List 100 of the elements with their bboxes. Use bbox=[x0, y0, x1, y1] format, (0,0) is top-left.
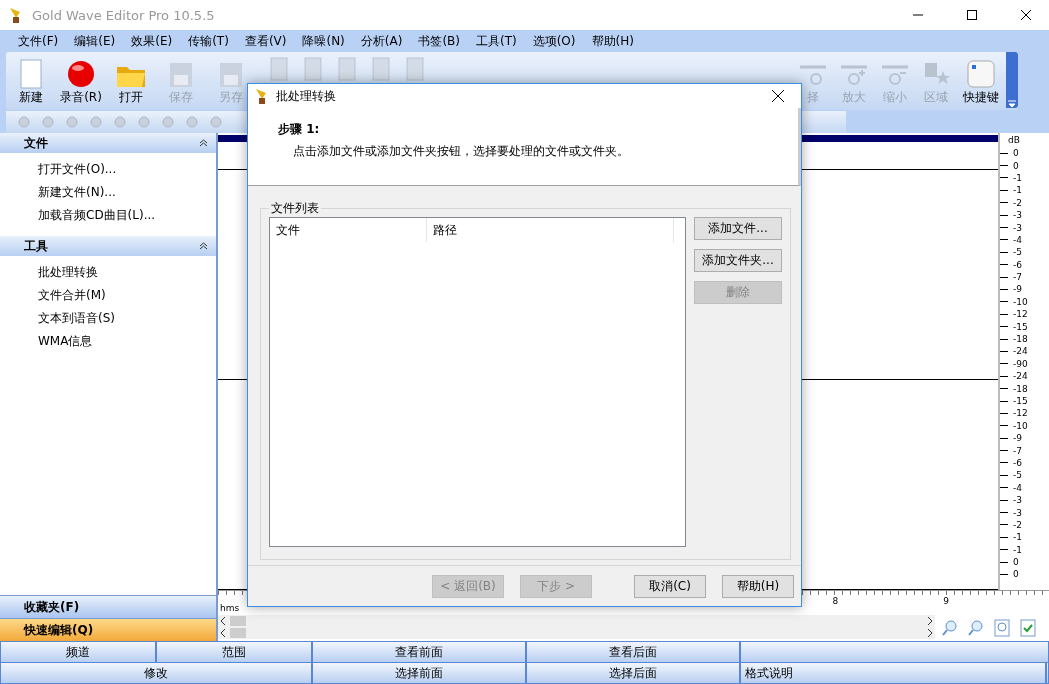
db-label: -18 bbox=[1013, 383, 1028, 394]
sidebar-item[interactable]: 批处理转换 bbox=[38, 264, 216, 281]
db-label: -15 bbox=[1013, 396, 1028, 406]
scroll-thumb[interactable] bbox=[230, 628, 246, 638]
toolbar-overflow-button[interactable] bbox=[1006, 52, 1018, 108]
db-label: -7 bbox=[1013, 445, 1022, 456]
time-tick: 8 bbox=[832, 596, 839, 606]
db-label: 0 bbox=[1013, 160, 1019, 171]
status-button[interactable]: 查看后面 bbox=[527, 642, 739, 662]
status-button[interactable]: 范围 bbox=[157, 642, 311, 662]
document-icon bbox=[370, 56, 392, 82]
document-icon bbox=[302, 56, 324, 82]
dialog-button[interactable]: 添加文件... bbox=[694, 217, 782, 240]
menu-item[interactable]: 帮助(H) bbox=[583, 32, 642, 50]
db-label: -4 bbox=[1013, 234, 1022, 245]
db-label: -6 bbox=[1013, 259, 1022, 270]
time-unit: hms bbox=[220, 603, 240, 613]
document-icon bbox=[268, 56, 290, 82]
menu-item[interactable]: 选项(O) bbox=[524, 32, 584, 50]
dialog-title: 批处理转换 bbox=[276, 87, 337, 105]
effect-icon bbox=[64, 114, 80, 130]
zoom-out-icon[interactable] bbox=[967, 619, 985, 637]
menu-item[interactable]: 降噪(N) bbox=[294, 32, 353, 50]
dialog-button[interactable]: 取消(C) bbox=[634, 574, 706, 598]
status-button[interactable]: 选择后面 bbox=[527, 663, 739, 683]
sidebar-item[interactable]: 新建文件(N)... bbox=[38, 184, 216, 201]
db-label: -1 bbox=[1013, 532, 1022, 543]
zoom-in-icon[interactable] bbox=[941, 619, 959, 637]
status-button[interactable]: 格式说明 bbox=[741, 663, 1045, 683]
step-heading: 步骤 1: bbox=[278, 121, 321, 138]
toolbar-button[interactable]: 录音(R) bbox=[56, 54, 106, 110]
sidebar-item[interactable]: WMA信息 bbox=[38, 333, 216, 350]
scroll-thumb[interactable] bbox=[230, 616, 246, 626]
status-button[interactable]: 频道 bbox=[1, 642, 155, 662]
db-label: -18 bbox=[1013, 334, 1028, 345]
blank-page-icon bbox=[19, 59, 43, 89]
toolbar-button[interactable]: 新建 bbox=[6, 54, 56, 110]
db-label: -10 bbox=[1013, 296, 1028, 307]
toolbar-button[interactable]: 打开 bbox=[106, 54, 156, 110]
effect-icon bbox=[136, 114, 152, 130]
sidebar-item[interactable]: 文件合并(M) bbox=[38, 287, 216, 304]
collapse-icon bbox=[199, 139, 208, 147]
status-button[interactable]: 修改 bbox=[1, 663, 311, 683]
db-unit: dB bbox=[1007, 135, 1021, 147]
db-label: -24 bbox=[1013, 346, 1028, 357]
menu-item[interactable]: 查看(V) bbox=[236, 32, 295, 50]
panel-tab[interactable]: 快速编辑(Q) bbox=[0, 618, 216, 641]
menu-item[interactable]: 工具(T) bbox=[468, 32, 525, 50]
db-label: -5 bbox=[1013, 247, 1022, 258]
document-icon bbox=[404, 56, 426, 82]
effect-icon bbox=[88, 114, 104, 130]
document-icon bbox=[336, 56, 358, 82]
sidebar-item[interactable]: 打开文件(O)... bbox=[38, 161, 216, 178]
column-header[interactable]: 路径 bbox=[427, 218, 674, 242]
scrollbar[interactable] bbox=[218, 615, 935, 627]
effect-icon bbox=[160, 114, 176, 130]
dialog-button[interactable]: 帮助(H) bbox=[722, 574, 794, 598]
effect-icon bbox=[16, 114, 32, 130]
menu-item[interactable]: 编辑(E) bbox=[66, 32, 124, 50]
section-header[interactable]: 文件 bbox=[0, 133, 216, 153]
toolbar-button[interactable]: 快捷键 bbox=[956, 54, 1006, 110]
menu-item[interactable]: 书签(B) bbox=[410, 32, 468, 50]
db-label: -2 bbox=[1013, 519, 1022, 530]
scrollbar[interactable] bbox=[218, 627, 935, 639]
collapse-icon bbox=[199, 242, 208, 250]
db-label: -12 bbox=[1013, 408, 1028, 419]
menu-item[interactable]: 传输(T) bbox=[180, 32, 237, 50]
zoom-fit-icon[interactable] bbox=[993, 619, 1011, 637]
sidebar-item[interactable]: 加载音频CD曲目(L)... bbox=[38, 207, 216, 224]
status-button[interactable]: 选择前面 bbox=[313, 663, 525, 683]
window-title: Gold Wave Editor Pro 10.5.5 bbox=[32, 7, 216, 23]
db-label: -90 bbox=[1013, 358, 1028, 369]
panel-tab[interactable]: 收藏夹(F) bbox=[0, 595, 216, 618]
sidebar-item[interactable]: 文本到语音(S) bbox=[38, 310, 216, 327]
section-header[interactable]: 工具 bbox=[0, 236, 216, 256]
effect-icon bbox=[184, 114, 200, 130]
db-label: -10 bbox=[1013, 420, 1028, 431]
db-label: -3 bbox=[1013, 210, 1022, 221]
menu-item[interactable]: 分析(A) bbox=[352, 32, 411, 50]
column-header[interactable]: 文件 bbox=[270, 218, 427, 242]
dialog-button[interactable]: 添加文件夹... bbox=[694, 249, 782, 272]
menu-item[interactable]: 文件(F) bbox=[10, 32, 67, 50]
db-label: -15 bbox=[1013, 321, 1028, 332]
db-label: -5 bbox=[1013, 470, 1022, 481]
db-label: -6 bbox=[1013, 457, 1022, 468]
effect-icon bbox=[40, 114, 56, 130]
checkmark-icon[interactable] bbox=[1019, 619, 1037, 637]
db-label: -1 bbox=[1013, 172, 1022, 183]
menu-item[interactable]: 效果(E) bbox=[123, 32, 181, 50]
effect-icon bbox=[112, 114, 128, 130]
status-button[interactable]: 查看前面 bbox=[313, 642, 525, 662]
db-label: 0 bbox=[1013, 148, 1019, 159]
effect-icon bbox=[208, 114, 224, 130]
keyboard-key-icon bbox=[966, 59, 996, 89]
db-label: -12 bbox=[1013, 309, 1028, 320]
file-list[interactable]: 文件 路径 bbox=[269, 217, 686, 547]
close-icon bbox=[1021, 10, 1031, 20]
time-tick: 9 bbox=[943, 596, 949, 606]
dropdown-icon bbox=[1008, 100, 1016, 108]
db-label: 0 bbox=[1013, 569, 1019, 580]
